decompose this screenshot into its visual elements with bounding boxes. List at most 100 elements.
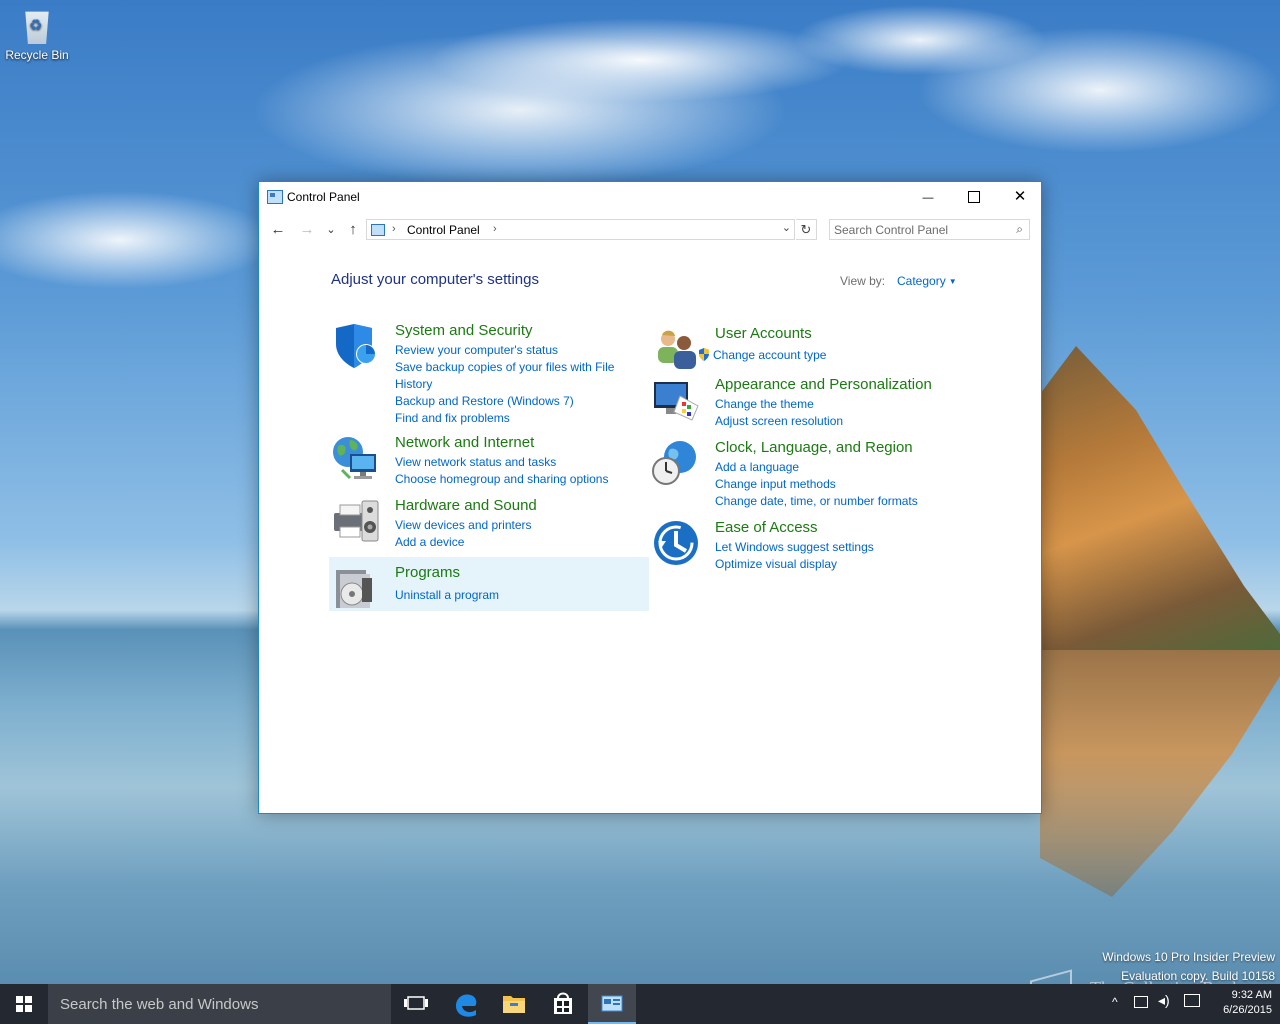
hardware-sound-title[interactable]: Hardware and Sound [395,497,537,514]
close-icon: ✕ [1013,188,1027,205]
title-bar[interactable]: Control Panel — ✕ [259,182,1041,212]
search-input[interactable] [834,221,1004,238]
network-globe-icon [333,437,376,480]
link-devices-printers[interactable]: View devices and printers [395,517,625,534]
taskbar-search-box[interactable]: Search the web and Windows [48,984,391,1024]
start-button[interactable] [0,984,48,1024]
user-accounts-title[interactable]: User Accounts [715,325,812,342]
clock-language-region-links: Add a language Change input methods Chan… [715,459,975,510]
link-suggest-settings[interactable]: Let Windows suggest settings [715,539,945,556]
view-by-label: View by: [840,274,886,288]
page-heading: Adjust your computer's settings [331,271,539,288]
link-homegroup[interactable]: Choose homegroup and sharing options [395,471,635,488]
folder-icon [503,996,525,1013]
maximize-icon [968,191,980,204]
link-review-status[interactable]: Review your computer's status [395,342,625,359]
recycle-bin-icon [25,11,49,44]
link-add-device[interactable]: Add a device [395,534,625,551]
network-internet-links: View network status and tasks Choose hom… [395,454,635,488]
forward-arrow-icon: → [299,221,315,238]
control-panel-icon [601,995,623,1012]
link-change-account-type[interactable]: Change account type [699,347,945,364]
forward-button[interactable]: → [297,220,317,240]
recycle-bin-label: Recycle Bin [5,48,69,62]
back-arrow-icon: ← [270,221,286,238]
control-panel-window: Control Panel — ✕ ← → ⌄ ↑ › Control Pane… [258,181,1042,814]
ease-of-access-icon [654,521,698,565]
show-hidden-icons-icon[interactable]: ^ [1112,995,1118,1009]
link-add-language[interactable]: Add a language [715,459,975,476]
link-input-methods[interactable]: Change input methods [715,476,975,493]
watermark-line1: Windows 10 Pro Insider Preview [1102,950,1275,964]
control-panel-small-icon [371,224,385,236]
taskbar: Search the web and Windows ^ ◂) 9:32 AM … [0,984,1280,1024]
close-button[interactable]: ✕ [997,182,1043,212]
action-center-icon[interactable] [1184,994,1200,1007]
network-icon[interactable] [1134,996,1148,1008]
breadcrumb-separator-icon: › [392,223,396,235]
store-bag-icon [554,992,572,1014]
minimize-button[interactable]: — [905,182,951,212]
refresh-icon: ↻ [800,222,812,237]
refresh-button[interactable]: ↻ [796,219,817,240]
appearance-title[interactable]: Appearance and Personalization [715,376,932,393]
address-dropdown-icon[interactable]: ⌄ [782,221,791,234]
network-internet-title[interactable]: Network and Internet [395,434,534,451]
users-icon [658,330,696,369]
taskbar-search-placeholder: Search the web and Windows [60,996,259,1013]
view-by-value: Category [897,274,946,288]
address-bar[interactable]: › Control Panel › ⌄ [366,219,795,240]
uac-shield-icon [699,348,709,361]
task-view-icon [404,996,428,1010]
wallpaper-cliff-reflection [1040,650,1280,897]
view-by-dropdown[interactable]: Category ▼ [897,274,957,288]
recycle-bin-shortcut[interactable]: Recycle Bin [4,8,70,62]
control-panel-taskbar-button[interactable] [588,984,636,1024]
control-panel-app-icon [267,190,283,204]
shield-icon [336,324,376,368]
system-security-title[interactable]: System and Security [395,322,533,339]
minimize-icon: — [922,192,934,204]
navigation-bar: ← → ⌄ ↑ › Control Panel › ⌄ ↻ ⌕ [259,218,1041,244]
dropdown-arrow-icon: ▼ [948,277,957,286]
window-title: Control Panel [287,190,360,204]
wallpaper-cliff [1040,346,1280,650]
back-button[interactable]: ← [268,220,288,240]
link-uninstall-program[interactable]: Uninstall a program [395,587,625,604]
clock-globe-icon [652,441,696,485]
maximize-button[interactable] [951,182,997,212]
hardware-sound-links: View devices and printers Add a device [395,517,625,551]
link-file-history[interactable]: Save backup copies of your files with Fi… [395,359,625,393]
link-network-status[interactable]: View network status and tasks [395,454,635,471]
programs-title[interactable]: Programs [395,564,460,581]
search-box[interactable]: ⌕ [829,219,1030,240]
link-optimize-display[interactable]: Optimize visual display [715,556,945,573]
system-security-links: Review your computer's status Save backu… [395,342,625,427]
user-accounts-links: Change account type [699,347,945,364]
edge-browser-button[interactable] [442,984,490,1024]
link-date-time-formats[interactable]: Change date, time, or number formats [715,493,975,510]
link-screen-resolution[interactable]: Adjust screen resolution [715,413,945,430]
clock-time: 9:32 AM [1231,989,1272,1001]
volume-icon[interactable]: ◂) [1158,992,1170,1009]
monitor-palette-icon [654,382,699,421]
up-arrow-icon: ↑ [349,221,357,238]
file-explorer-button[interactable] [490,984,538,1024]
programs-links: Uninstall a program [395,587,625,604]
clock-language-region-title[interactable]: Clock, Language, and Region [715,439,913,456]
task-view-button[interactable] [392,984,440,1024]
taskbar-clock[interactable]: 9:32 AM 6/26/2015 [1206,988,1272,1018]
link-find-fix-problems[interactable]: Find and fix problems [395,410,625,427]
breadcrumb-separator-icon[interactable]: › [493,223,497,235]
up-button[interactable]: ↑ [343,220,363,240]
recent-locations-button[interactable]: ⌄ [321,220,341,240]
ease-of-access-title[interactable]: Ease of Access [715,519,818,536]
programs-disc-icon [336,570,372,608]
link-backup-restore[interactable]: Backup and Restore (Windows 7) [395,393,625,410]
ease-of-access-links: Let Windows suggest settings Optimize vi… [715,539,945,573]
breadcrumb-control-panel[interactable]: Control Panel [407,223,480,237]
store-button[interactable] [539,984,587,1024]
link-change-theme[interactable]: Change the theme [715,396,945,413]
search-icon[interactable]: ⌕ [1016,222,1023,237]
chevron-down-icon: ⌄ [326,224,336,236]
